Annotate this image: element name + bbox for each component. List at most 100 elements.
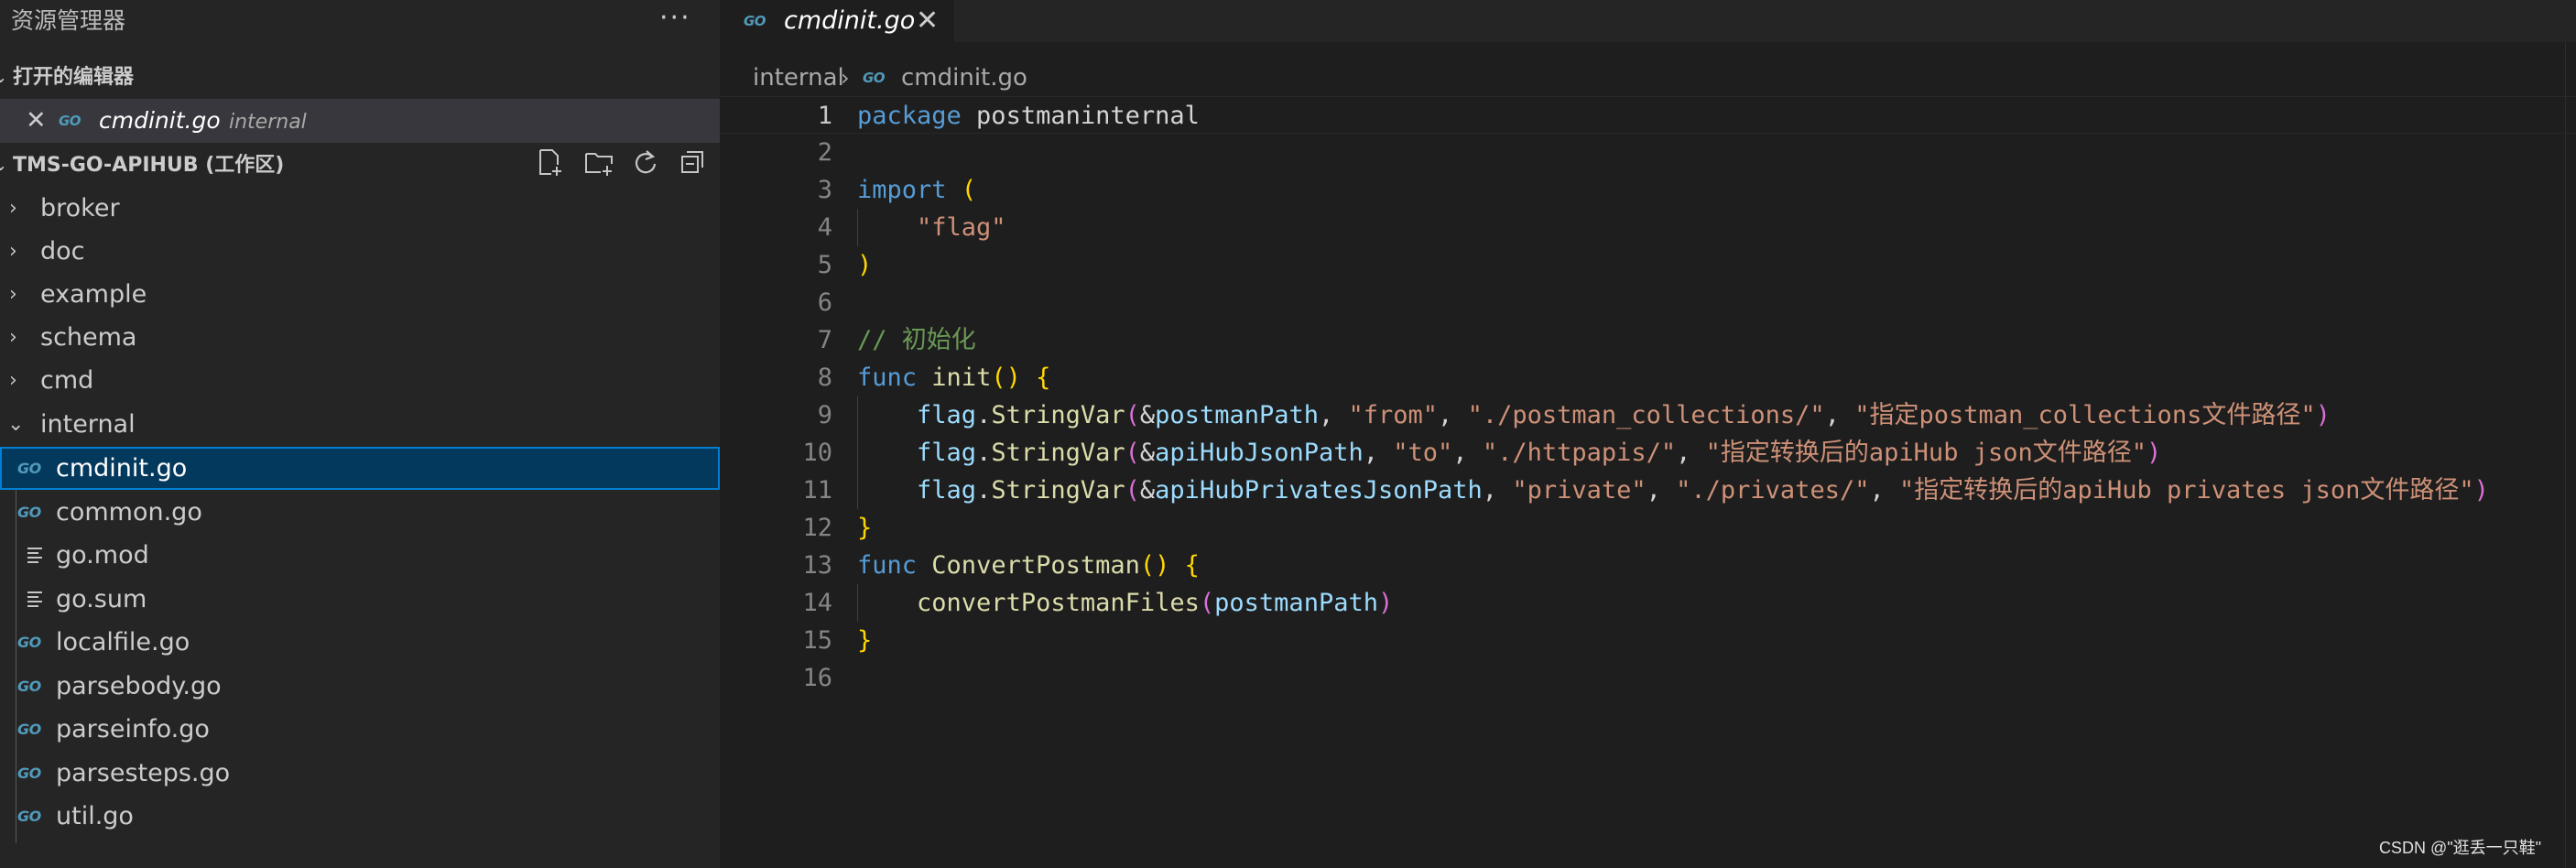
code-line[interactable]: 15} bbox=[720, 622, 2576, 659]
code-line[interactable]: 2 bbox=[720, 134, 2576, 171]
ellipsis-icon[interactable]: ··· bbox=[659, 0, 691, 42]
overview-ruler[interactable] bbox=[2565, 42, 2566, 868]
go-file-icon: GO bbox=[17, 678, 41, 695]
tree-file-cmdinit[interactable]: GO cmdinit.go bbox=[0, 447, 720, 490]
code-token: "flag" bbox=[917, 213, 1006, 242]
code-token: ( bbox=[1199, 589, 1215, 617]
open-editor-item[interactable]: ✕ GO cmdinit.go internal bbox=[0, 99, 720, 143]
code-token: ) bbox=[2146, 439, 2162, 467]
tree-folder-cmd[interactable]: › cmd bbox=[0, 359, 720, 402]
text-file-icon bbox=[27, 548, 46, 564]
code-token: // 初始化 bbox=[857, 326, 976, 354]
code-token: "./httpapis/" bbox=[1482, 439, 1677, 467]
text-file-icon bbox=[27, 591, 46, 608]
code-line[interactable]: 12} bbox=[720, 509, 2576, 547]
go-file-icon: GO bbox=[17, 808, 41, 825]
tree-file-localfile[interactable]: GO localfile.go bbox=[0, 621, 720, 664]
code-token: apiHubPrivatesJsonPath bbox=[1155, 476, 1483, 505]
tree-file-common[interactable]: GO common.go bbox=[0, 491, 720, 534]
code-token: { bbox=[1184, 551, 1200, 580]
tree-item-label: schema bbox=[40, 323, 137, 352]
code-token: package bbox=[857, 102, 962, 130]
code-token: flag bbox=[917, 401, 977, 429]
code-token: flag bbox=[917, 476, 977, 505]
tab-bar: GO cmdinit.go ✕ bbox=[720, 0, 2576, 42]
refresh-icon[interactable] bbox=[632, 148, 659, 178]
code-line[interactable]: 16 bbox=[720, 659, 2576, 697]
line-number: 8 bbox=[817, 363, 832, 392]
open-editors-label: 打开的编辑器 bbox=[13, 66, 135, 89]
code-line[interactable]: 14 convertPostmanFiles(postmanPath) bbox=[720, 584, 2576, 622]
code-token: StringVar bbox=[991, 439, 1125, 467]
line-number: 16 bbox=[802, 664, 832, 692]
tree-item-label: doc bbox=[40, 237, 85, 266]
code-line[interactable]: 3 import ( bbox=[720, 171, 2576, 209]
close-icon[interactable]: ✕ bbox=[26, 99, 47, 143]
tab-cmdinit[interactable]: GO cmdinit.go ✕ bbox=[720, 0, 954, 42]
code-token: ) bbox=[2315, 401, 2331, 429]
chevron-right-icon: › bbox=[9, 240, 17, 263]
open-editors-header[interactable]: ⌄ 打开的编辑器 bbox=[0, 57, 720, 99]
chevron-right-icon: › bbox=[9, 326, 17, 349]
code-token: postmaninternal bbox=[961, 102, 1200, 130]
line-number: 15 bbox=[802, 626, 832, 655]
tree-folder-schema[interactable]: › schema bbox=[0, 316, 720, 359]
code-line[interactable]: 10 flag.StringVar(&apiHubJsonPath, "to",… bbox=[720, 434, 2576, 472]
code-line[interactable]: 7 // 初始化 bbox=[720, 321, 2576, 359]
tree-file-parsesteps[interactable]: GO parsesteps.go bbox=[0, 752, 720, 795]
tree-item-label: cmdinit.go bbox=[56, 454, 188, 483]
code-line[interactable]: 8 func init() { bbox=[720, 359, 2576, 396]
code-text: import ( bbox=[857, 171, 976, 209]
code-line[interactable]: 5) bbox=[720, 246, 2576, 284]
tree-folder-example[interactable]: › example bbox=[0, 273, 720, 316]
code-line[interactable]: 6 bbox=[720, 284, 2576, 321]
tree-item-label: localfile.go bbox=[56, 628, 190, 656]
code-token: { bbox=[1036, 363, 1051, 392]
chevron-down-icon: ⌄ bbox=[7, 413, 25, 436]
tree-file-util[interactable]: GO util.go bbox=[0, 795, 720, 838]
line-number: 12 bbox=[802, 514, 832, 542]
go-file-icon: GO bbox=[744, 13, 766, 29]
tree-file-gomod[interactable]: go.mod bbox=[0, 534, 720, 577]
line-number: 1 bbox=[817, 102, 832, 130]
chevron-right-icon: › bbox=[841, 65, 850, 91]
code-line[interactable]: 4 "flag" bbox=[720, 209, 2576, 246]
code-token: . bbox=[976, 476, 992, 505]
chevron-right-icon: › bbox=[9, 197, 17, 220]
code-line[interactable]: 9 flag.StringVar(&postmanPath, "from", "… bbox=[720, 396, 2576, 434]
go-file-icon: GO bbox=[17, 765, 41, 782]
breadcrumb-folder[interactable]: internal bbox=[753, 57, 844, 99]
code-line[interactable]: 1 package postmaninternal bbox=[720, 96, 2576, 134]
tree-folder-internal[interactable]: ⌄ internal bbox=[0, 403, 720, 446]
code-line[interactable]: 13 func ConvertPostman() { bbox=[720, 547, 2576, 584]
code-text: } bbox=[857, 509, 872, 547]
tree-file-parsebody[interactable]: GO parsebody.go bbox=[0, 665, 720, 708]
code-token: "指定转换后的apiHub json文件路径" bbox=[1705, 439, 2147, 467]
line-number: 3 bbox=[817, 176, 832, 204]
code-token: & bbox=[1139, 439, 1156, 467]
code-line[interactable]: 11 flag.StringVar(&apiHubPrivatesJsonPat… bbox=[720, 472, 2576, 509]
tree-file-parseinfo[interactable]: GO parseinfo.go bbox=[0, 708, 720, 751]
collapse-all-icon[interactable] bbox=[679, 148, 707, 178]
close-icon[interactable]: ✕ bbox=[916, 0, 939, 42]
tree-folder-doc[interactable]: › doc bbox=[0, 230, 720, 273]
code-token: , bbox=[1363, 439, 1394, 467]
tree-folder-broker[interactable]: › broker bbox=[0, 187, 720, 230]
tree-item-label: util.go bbox=[56, 802, 134, 830]
tree-item-label: go.mod bbox=[56, 541, 149, 570]
workspace-label: TMS-GO-APIHUB (工作区) bbox=[13, 154, 285, 177]
new-file-icon[interactable] bbox=[537, 148, 564, 178]
tree-file-gosum[interactable]: go.sum bbox=[0, 578, 720, 621]
line-number: 13 bbox=[802, 551, 832, 580]
code-token: convertPostmanFiles bbox=[917, 589, 1200, 617]
code-token: . bbox=[976, 401, 992, 429]
new-folder-icon[interactable] bbox=[584, 148, 613, 178]
tree-item-label: common.go bbox=[56, 498, 202, 526]
go-file-icon: GO bbox=[59, 113, 82, 129]
code-token: . bbox=[976, 439, 992, 467]
breadcrumb-file[interactable]: cmdinit.go bbox=[901, 57, 1027, 99]
code-token: "指定转换后的apiHub privates json文件路径" bbox=[1898, 476, 2474, 505]
